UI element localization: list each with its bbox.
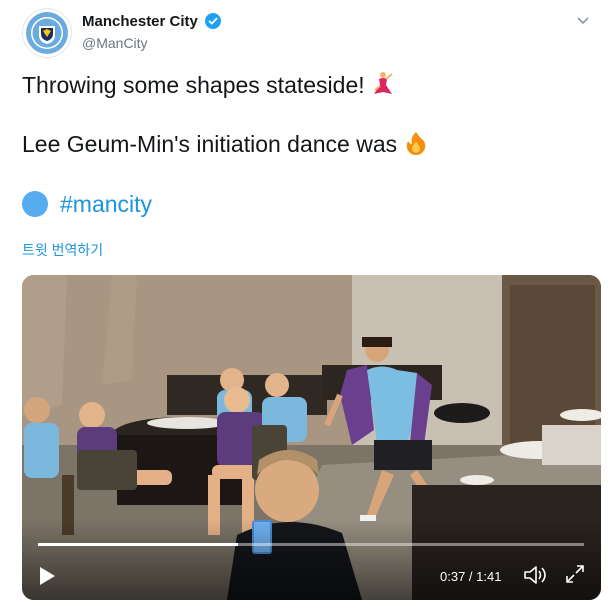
tweet-text-1: Throwing some shapes stateside! — [22, 72, 365, 99]
video-frame — [22, 275, 601, 600]
volume-icon[interactable] — [522, 563, 548, 587]
tweet-line-1: Throwing some shapes stateside! — [22, 71, 395, 103]
tweet-line-3: #mancity — [22, 190, 152, 219]
hashtag-link[interactable]: #mancity — [60, 191, 152, 217]
tweet-text-2: Lee Geum-Min's initiation dance was — [22, 131, 398, 158]
avatar[interactable] — [22, 8, 72, 58]
man-city-crest-icon — [26, 12, 68, 54]
author-handle[interactable]: @ManCity — [82, 35, 148, 51]
verified-icon — [205, 13, 221, 29]
video-time: 0:37 / 1:41 — [440, 569, 502, 584]
fullscreen-icon[interactable] — [564, 563, 586, 585]
tweet-card: Manchester City @ManCity Throwing some s… — [0, 0, 610, 615]
fire-emoji-icon — [403, 130, 429, 162]
author-display-name[interactable]: Manchester City — [82, 13, 198, 30]
blue-circle-icon — [22, 190, 48, 217]
play-icon[interactable] — [36, 565, 58, 587]
caret-down-icon[interactable] — [575, 12, 591, 28]
dancer-emoji-icon — [371, 71, 395, 103]
tweet-line-2: Lee Geum-Min's initiation dance was — [22, 130, 429, 162]
translate-tweet-link[interactable]: 트윗 번역하기 — [22, 240, 103, 260]
video-player[interactable]: 0:37 / 1:41 — [22, 275, 601, 600]
progress-fill — [38, 543, 238, 546]
progress-bar[interactable] — [38, 543, 584, 546]
